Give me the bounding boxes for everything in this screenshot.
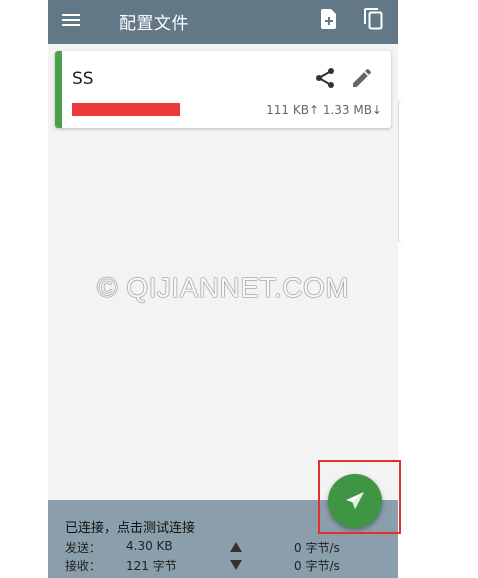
copy-icon[interactable] xyxy=(362,7,386,31)
highlight-box xyxy=(318,460,401,534)
profile-card[interactable]: SS 111 KB↑ 1.33 MB↓ xyxy=(55,51,391,128)
page-title: 配置文件 xyxy=(119,14,189,34)
edit-pencil-icon[interactable] xyxy=(350,66,374,90)
adjacent-panel-edge xyxy=(398,98,405,244)
traffic-stats: 111 KB↑ 1.33 MB↓ xyxy=(266,103,382,117)
connection-status[interactable]: 已连接，点击测试连接 xyxy=(65,517,195,536)
toolbar: 配置文件 xyxy=(48,0,398,44)
download-value: 121 字节 xyxy=(126,559,177,573)
download-arrow-icon xyxy=(230,559,242,570)
share-icon[interactable] xyxy=(313,66,337,90)
upload-value: 4.30 KB xyxy=(126,539,173,553)
upload-label: 发送： xyxy=(65,541,102,555)
profile-name: SS xyxy=(72,69,94,89)
upload-arrow-icon xyxy=(230,541,242,552)
menu-icon[interactable] xyxy=(62,11,82,31)
add-file-icon[interactable] xyxy=(317,7,341,31)
active-indicator xyxy=(55,51,62,128)
download-label: 接收： xyxy=(65,559,102,573)
download-rate: 0 字节/s xyxy=(294,559,340,573)
upload-rate: 0 字节/s xyxy=(294,541,340,555)
watermark: © QIJIANNET.COM xyxy=(96,272,350,303)
redacted-server-address xyxy=(72,103,180,116)
